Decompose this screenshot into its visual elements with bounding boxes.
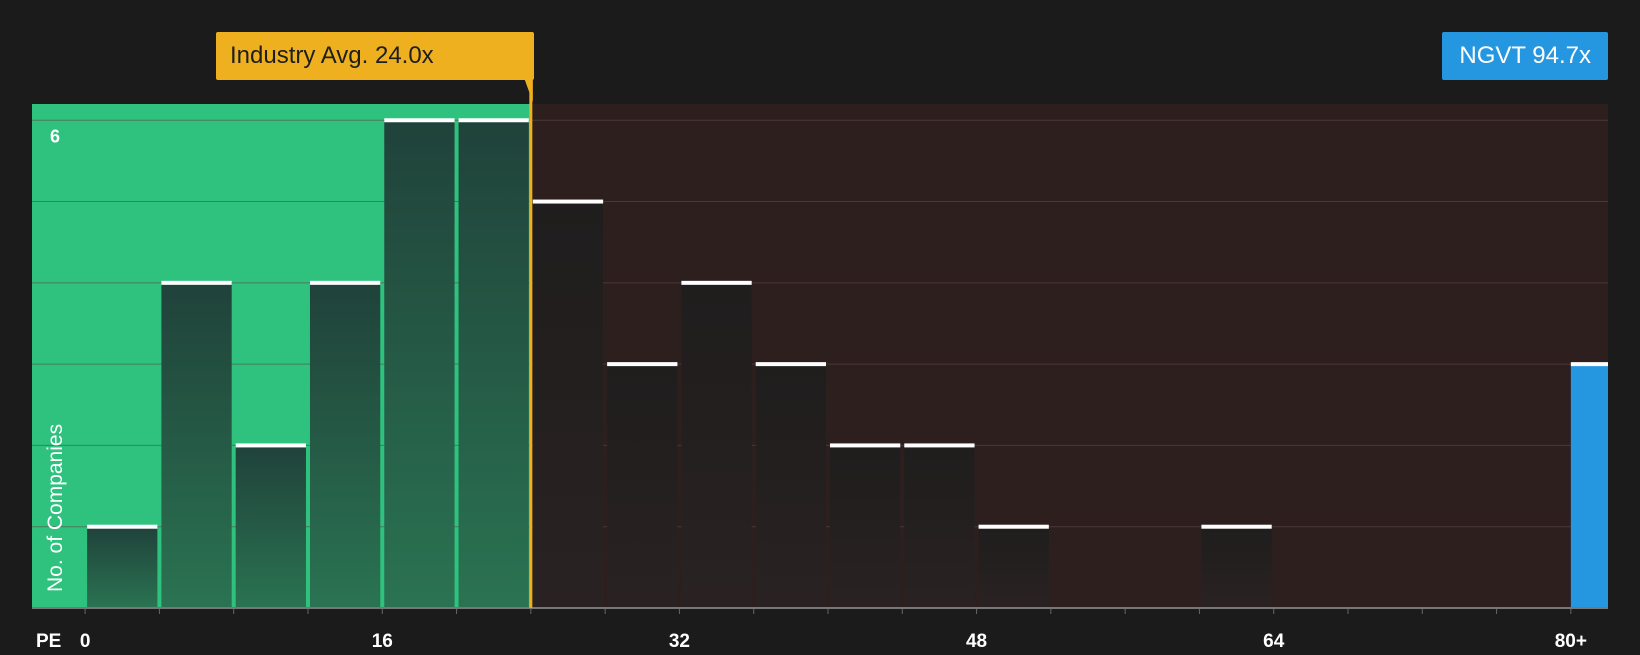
bar-cap-28 bbox=[607, 362, 678, 367]
x-tick-label-32: 32 bbox=[669, 631, 690, 650]
company-pe-callout: NGVT 94.7x bbox=[1442, 32, 1608, 80]
bar-cap-36 bbox=[755, 362, 826, 367]
x-axis-label: PE bbox=[36, 631, 61, 650]
bar-cap-8 bbox=[235, 443, 306, 448]
chart-svg: 6 No. of Companies PE 0 16 32 48 64 80+ bbox=[32, 80, 1608, 652]
histogram-bar-16 bbox=[384, 120, 455, 609]
industry-average-callout: Industry Avg. 24.0x bbox=[216, 32, 534, 80]
histogram-bar-32 bbox=[681, 282, 752, 608]
histogram-bar-28 bbox=[607, 364, 678, 608]
bar-cap-0 bbox=[87, 524, 158, 529]
bar-cap-24 bbox=[532, 199, 604, 204]
bar-cap-40 bbox=[829, 443, 901, 448]
x-tick-label-48: 48 bbox=[966, 631, 987, 650]
y-tick-label-6: 6 bbox=[50, 126, 60, 146]
bar-cap-32 bbox=[681, 280, 752, 285]
bar-cap-4 bbox=[161, 280, 232, 285]
histogram-bar-80 bbox=[1570, 364, 1608, 608]
x-tick-label-80-plus: 80+ bbox=[1555, 631, 1587, 650]
histogram-bar-36 bbox=[755, 364, 826, 608]
histogram-bar-48 bbox=[978, 526, 1049, 608]
x-tick-label-64: 64 bbox=[1263, 631, 1285, 650]
histogram-bar-44 bbox=[904, 445, 975, 608]
bar-cap-44 bbox=[904, 443, 975, 448]
bar-cap-48 bbox=[978, 524, 1049, 529]
histogram-bar-8 bbox=[235, 445, 306, 608]
histogram-bar-40 bbox=[829, 445, 901, 608]
bar-cap-16 bbox=[384, 118, 455, 123]
histogram-bar-24 bbox=[532, 201, 604, 608]
bar-cap-80 bbox=[1570, 362, 1608, 367]
pe-distribution-chart: 6 No. of Companies PE 0 16 32 48 64 80+ Industry… bbox=[0, 0, 1640, 652]
histogram-bar-0 bbox=[87, 526, 158, 608]
histogram-bar-60 bbox=[1201, 526, 1272, 608]
histogram-bar-4 bbox=[161, 282, 232, 608]
x-tick-label-16: 16 bbox=[372, 631, 393, 650]
bar-cap-60 bbox=[1201, 524, 1272, 529]
histogram-bar-12 bbox=[309, 282, 381, 608]
bar-cap-20 bbox=[458, 118, 529, 123]
histogram-bar-20 bbox=[458, 120, 529, 609]
bar-cap-12 bbox=[309, 280, 381, 285]
x-tick-label-0: 0 bbox=[80, 631, 91, 650]
y-axis-label: No. of Companies bbox=[44, 424, 67, 592]
